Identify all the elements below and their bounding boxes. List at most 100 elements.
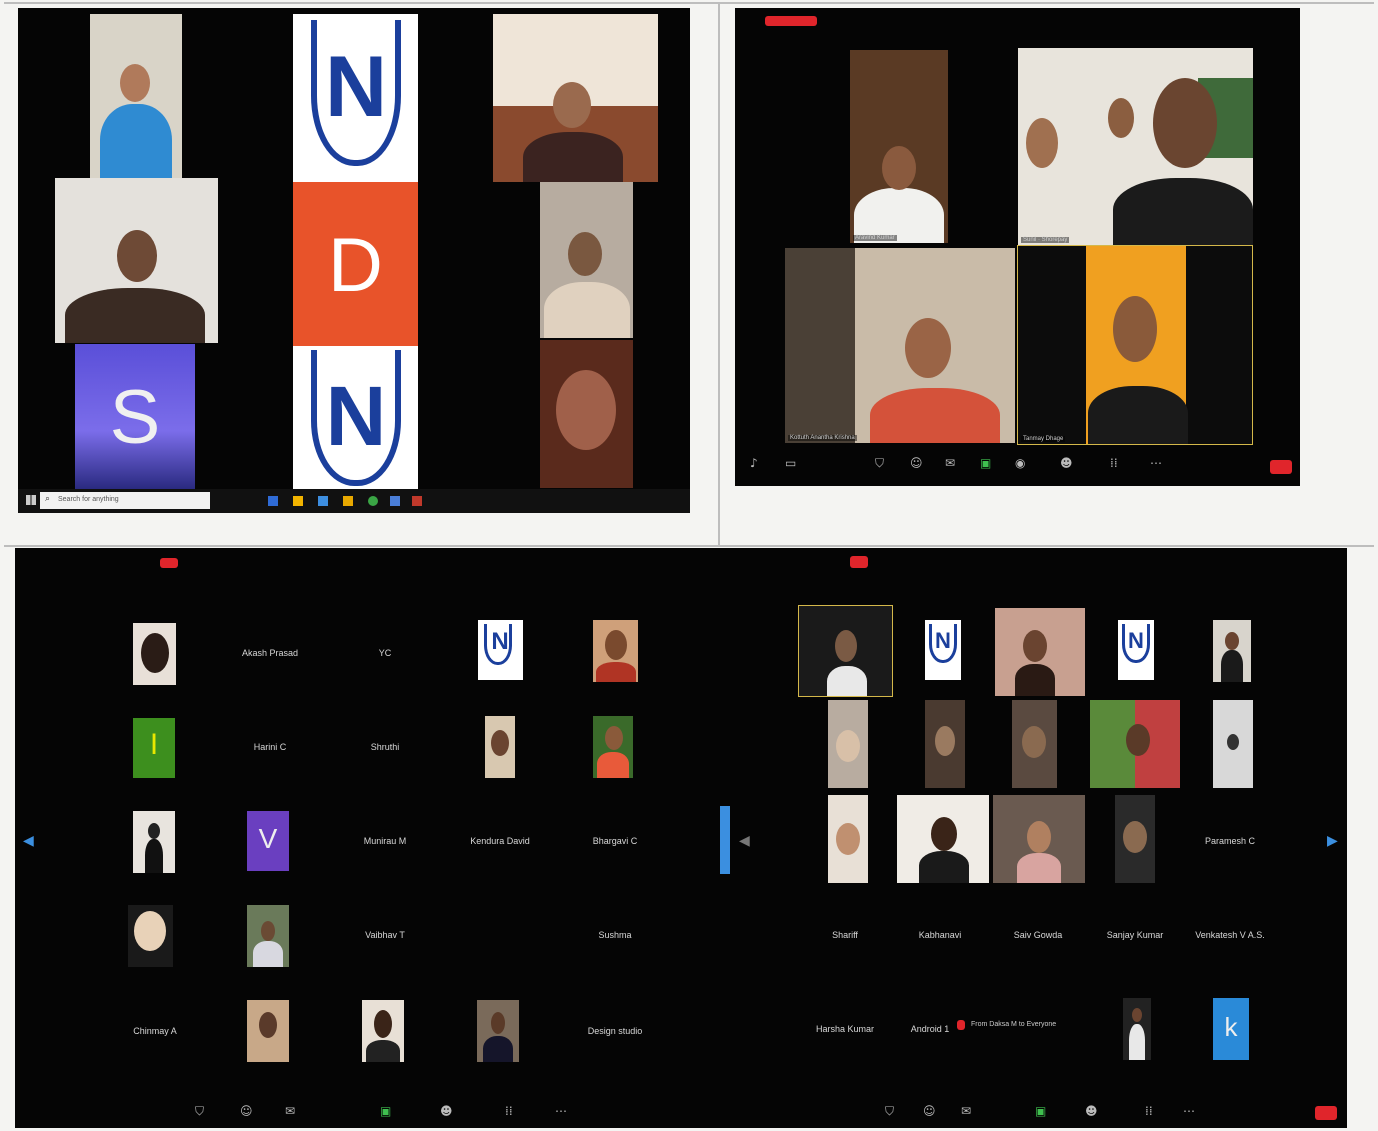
participant-name-label: Aravind Kumar <box>853 235 897 241</box>
participant-photo[interactable] <box>477 1000 519 1062</box>
share-icon[interactable]: ▣ <box>380 1104 391 1118</box>
taskbar-search[interactable]: ⌕ Search for anything <box>40 492 210 509</box>
video-tile[interactable] <box>540 340 633 488</box>
video-tile[interactable] <box>55 178 218 343</box>
chat-icon[interactable]: ✉ <box>961 1104 971 1118</box>
participants-icon[interactable]: ☺ <box>910 456 923 470</box>
more-icon[interactable]: ⋯ <box>1150 456 1162 470</box>
chevron-right-icon[interactable]: ▶ <box>1327 833 1338 849</box>
video-icon[interactable]: ▭ <box>785 456 796 470</box>
more-icon[interactable]: ⋯ <box>1183 1104 1195 1118</box>
participant-photo[interactable] <box>995 608 1085 696</box>
participant-photo[interactable] <box>1213 620 1251 682</box>
participant-photo[interactable] <box>828 795 868 883</box>
taskbar-app-icon[interactable] <box>412 496 422 506</box>
video-tile[interactable]: Aravind Kumar <box>850 50 948 243</box>
reactions-icon[interactable]: ☻ <box>1085 1104 1098 1118</box>
taskbar-app-icon[interactable] <box>293 496 303 506</box>
participant-photo[interactable] <box>247 905 289 967</box>
participant-photo[interactable] <box>593 716 633 778</box>
chevron-left-icon[interactable]: ◀ <box>23 833 34 849</box>
nd-logo-tile[interactable]: N <box>1118 620 1154 680</box>
participant-photo[interactable] <box>993 795 1085 883</box>
participant-name: Chinmay A <box>133 1026 177 1036</box>
record-icon[interactable]: ◉ <box>1015 456 1025 470</box>
video-tile[interactable]: Sunil · Shorepay <box>1018 48 1253 245</box>
video-tile[interactable] <box>540 182 633 338</box>
participant-photo[interactable] <box>897 795 989 883</box>
participant-photo[interactable] <box>485 716 515 778</box>
participant-photo[interactable] <box>1090 700 1180 788</box>
participant-head <box>935 726 955 756</box>
reactions-icon[interactable]: ☻ <box>440 1104 453 1118</box>
participant-photo[interactable] <box>247 1000 289 1062</box>
recording-badge <box>765 16 817 26</box>
scroll-indicator[interactable] <box>720 806 730 874</box>
participant-body <box>1088 386 1188 444</box>
nd-logo-tile-orange[interactable]: D <box>293 182 418 346</box>
leave-button[interactable] <box>1315 1106 1337 1120</box>
windows-icon[interactable] <box>26 495 36 505</box>
participant-head <box>1026 118 1058 168</box>
taskbar-app-icon[interactable] <box>368 496 378 506</box>
participant-photo[interactable] <box>362 1000 404 1062</box>
participant-photo[interactable] <box>1115 795 1155 883</box>
participant-photo[interactable] <box>1123 998 1151 1060</box>
nd-logo-tile[interactable]: N <box>925 620 961 680</box>
participant-body <box>919 851 969 883</box>
share-icon[interactable]: ▣ <box>980 456 991 470</box>
taskbar-app-icon[interactable] <box>318 496 328 506</box>
participant-head <box>1113 296 1157 362</box>
avatar-tile-s[interactable]: S <box>75 344 195 489</box>
apps-icon[interactable]: ⁞⁞ <box>505 1104 513 1118</box>
participant-head <box>117 230 157 282</box>
share-icon[interactable]: ▣ <box>1035 1104 1046 1118</box>
participant-photo[interactable] <box>133 623 176 685</box>
nd-logo-tile[interactable]: N <box>293 14 418 182</box>
participant-head <box>1027 821 1051 853</box>
chat-icon[interactable]: ✉ <box>285 1104 295 1118</box>
video-tile[interactable] <box>90 14 182 182</box>
participant-photo-active[interactable] <box>798 605 893 697</box>
taskbar-app-icon[interactable] <box>343 496 353 506</box>
participants-icon[interactable]: ☺ <box>923 1104 936 1118</box>
security-icon[interactable]: ⛉ <box>195 1104 204 1119</box>
search-placeholder: Search for anything <box>58 496 119 503</box>
participant-photo[interactable] <box>1213 700 1253 788</box>
avatar-tile-k[interactable]: k <box>1213 998 1249 1060</box>
participant-photo[interactable] <box>133 811 175 873</box>
participants-icon[interactable]: ☺ <box>240 1104 253 1118</box>
participant-body <box>544 282 630 338</box>
participant-head <box>882 146 916 190</box>
participant-name-label: Sunil · Shorepay <box>1021 237 1070 243</box>
more-icon[interactable]: ⋯ <box>555 1104 567 1118</box>
nd-logo-tile[interactable]: N <box>293 346 418 491</box>
participant-head <box>1108 98 1134 138</box>
participant-photo[interactable] <box>128 905 173 967</box>
video-tile[interactable] <box>493 14 658 182</box>
tile-letter-d: D <box>328 223 383 308</box>
reactions-icon[interactable]: ☻ <box>1060 456 1073 470</box>
participant-photo[interactable] <box>1012 700 1057 788</box>
participant-photo[interactable] <box>925 700 965 788</box>
taskbar-app-icon[interactable] <box>390 496 400 506</box>
nd-logo-tile[interactable]: N <box>478 620 523 680</box>
apps-icon[interactable]: ⁞⁞ <box>1110 456 1118 470</box>
participant-photo[interactable] <box>828 700 868 788</box>
avatar-tile-i[interactable]: I <box>133 718 175 778</box>
video-tile[interactable]: Kottuth Anantha Krishna <box>785 248 1015 443</box>
frame-border-top <box>4 2 1374 4</box>
taskbar-app-icon[interactable] <box>268 496 278 506</box>
video-tile-active-speaker[interactable]: Tanmay Dhage <box>1017 245 1253 445</box>
background-dark <box>785 248 855 443</box>
participant-photo[interactable] <box>593 620 638 682</box>
chat-icon[interactable]: ✉ <box>945 456 955 470</box>
mic-icon[interactable]: ♪ <box>750 456 758 470</box>
apps-icon[interactable]: ⁞⁞ <box>1145 1104 1153 1118</box>
participant-body <box>1113 178 1253 245</box>
leave-button[interactable] <box>1270 460 1292 474</box>
chevron-left-icon[interactable]: ◀ <box>739 833 750 849</box>
security-icon[interactable]: ⛉ <box>885 1104 894 1119</box>
security-icon[interactable]: ⛉ <box>875 456 884 471</box>
avatar-tile-v[interactable]: V <box>247 811 289 871</box>
